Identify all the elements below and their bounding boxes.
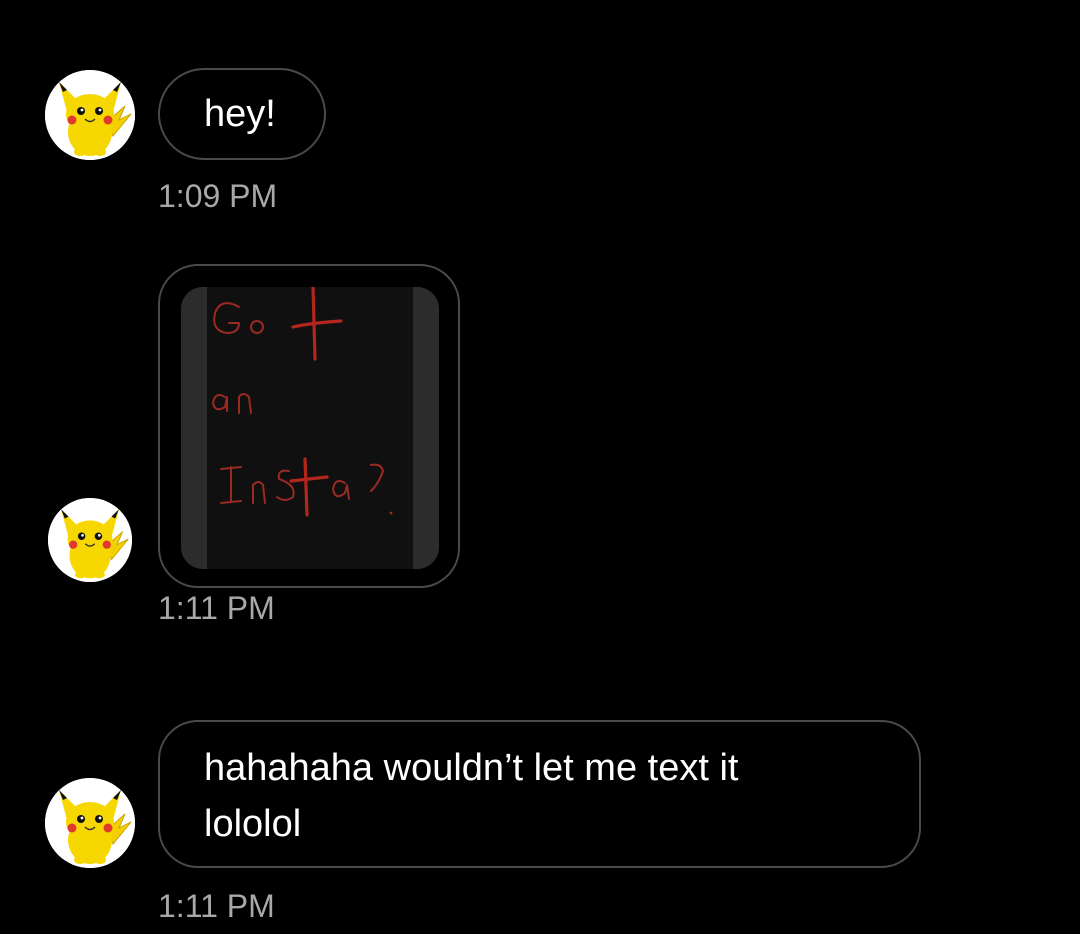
- pikachu-avatar-icon[interactable]: [45, 70, 135, 160]
- message-timestamp: 1:11 PM: [158, 590, 275, 626]
- pikachu-avatar-icon[interactable]: [45, 778, 135, 868]
- message-text: hey!: [204, 93, 276, 135]
- message-timestamp: 1:11 PM: [158, 888, 275, 924]
- message-bubble[interactable]: hahahaha wouldn’t let me text it lololol: [158, 720, 921, 868]
- image-message[interactable]: [158, 264, 460, 588]
- handwritten-note-drawing: [181, 287, 439, 569]
- pikachu-avatar-icon[interactable]: [48, 498, 132, 582]
- message-text: hahahaha wouldn’t let me text it lololol: [204, 747, 739, 845]
- message-timestamp: 1:09 PM: [158, 178, 278, 214]
- handwritten-note-image[interactable]: [181, 287, 439, 569]
- message-bubble[interactable]: hey!: [158, 68, 326, 160]
